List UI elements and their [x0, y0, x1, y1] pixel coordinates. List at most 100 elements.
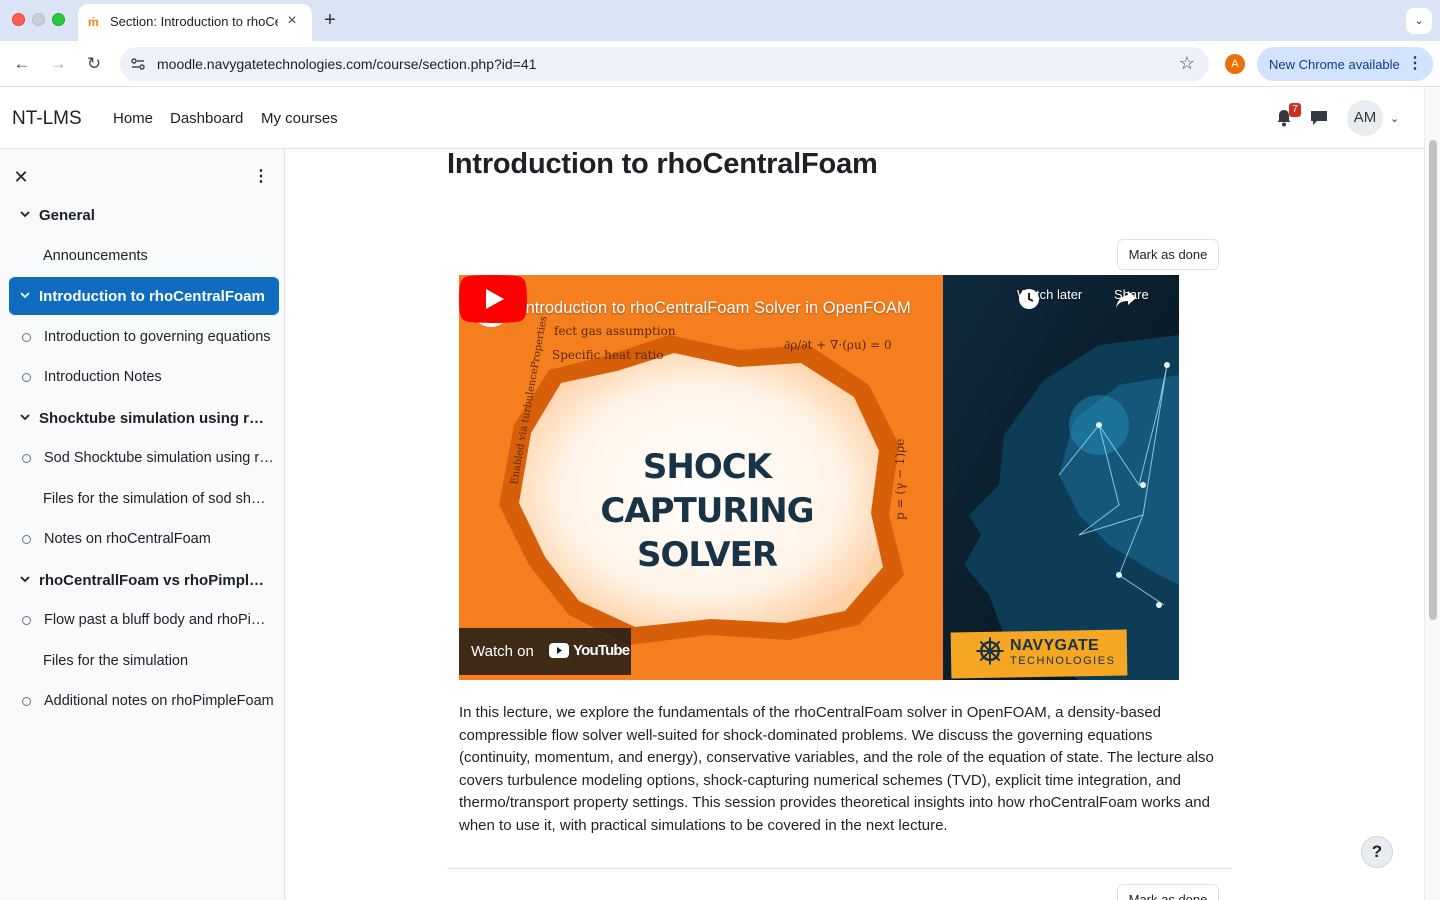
url-text: moodle.navygatetechnologies.com/course/s…: [157, 56, 537, 72]
course-index-activity[interactable]: Additional notes on rhoPimpleFoam: [9, 682, 279, 720]
thumbnail-brand-sub: TECHNOLOGIES: [1010, 655, 1116, 667]
help-button[interactable]: ?: [1361, 836, 1393, 868]
course-index-options-icon[interactable]: ⋮: [252, 167, 270, 187]
completion-circle-icon: [22, 454, 31, 463]
mark-as-done-button[interactable]: Mark as done: [1117, 239, 1219, 270]
completion-circle-icon: [22, 616, 31, 625]
tab-title: Section: Introduction to rhoCentralFoam: [110, 14, 278, 29]
completion-circle-icon: [22, 535, 31, 544]
mark-as-done-button-next[interactable]: Mark as done: [1117, 884, 1219, 900]
course-index-section[interactable]: rhoCentrallFoam vs rhoPimpleFoam: [9, 561, 279, 599]
share-button[interactable]: Share: [1114, 287, 1149, 308]
formula-text-3: ∂ρ/∂t + ∇·(ρu) = 0: [784, 338, 892, 352]
course-index-label: General: [39, 207, 95, 224]
share-arrow-icon: [1116, 291, 1136, 308]
course-index-activity[interactable]: Notes on rhoCentralFoam: [9, 520, 279, 558]
course-index-activity[interactable]: Introduction to governing equations: [9, 318, 279, 356]
chevron-down-icon[interactable]: [19, 289, 31, 301]
window-zoom-button[interactable]: [52, 13, 65, 26]
course-index-section[interactable]: Introduction to rhoCentralFoam: [9, 277, 279, 315]
bookmark-star-icon[interactable]: ☆: [1179, 53, 1195, 74]
formula-text-4: p = (γ − 1)ρe: [893, 439, 907, 520]
page-scrollbar[interactable]: [1424, 88, 1440, 900]
moodle-favicon-icon: ṁ: [88, 15, 99, 29]
chrome-profile-avatar[interactable]: A: [1225, 54, 1245, 74]
window-close-button[interactable]: [12, 13, 25, 26]
course-index-section[interactable]: General: [9, 196, 279, 234]
watch-on-youtube-button[interactable]: Watch on YouTube: [459, 628, 631, 675]
reload-icon[interactable]: ↻: [81, 51, 107, 77]
course-index-label: rhoCentrallFoam vs rhoPimpleFoam: [39, 571, 269, 589]
play-button-icon[interactable]: [459, 275, 527, 323]
browser-tab-active[interactable]: ṁ Section: Introduction to rhoCentralFoa…: [78, 4, 312, 41]
chevron-down-icon[interactable]: [19, 411, 31, 423]
chrome-menu-icon[interactable]: ⋮: [1407, 53, 1423, 73]
course-index-label: Shocktube simulation using rhoCentralFoa…: [39, 409, 269, 427]
youtube-logo-icon: [549, 643, 569, 658]
thumbnail-line-2: CAPTURING: [600, 491, 814, 531]
nav-link-my-courses[interactable]: My courses: [261, 110, 338, 127]
course-index-activity[interactable]: Introduction Notes: [9, 358, 279, 396]
course-index-label: Introduction to rhoCentralFoam: [39, 288, 265, 305]
browser-tabstrip: ṁ Section: Introduction to rhoCentralFoa…: [0, 0, 1440, 41]
nav-link-home[interactable]: Home: [113, 110, 153, 127]
browser-toolbar: ← → ↻ moodle.navygatetechnologies.com/co…: [0, 41, 1440, 87]
close-drawer-icon[interactable]: ✕: [12, 167, 30, 187]
course-index-label: Additional notes on rhoPimpleFoam: [44, 693, 274, 709]
user-menu-chevron-icon[interactable]: ⌄: [1390, 112, 1399, 125]
nav-link-dashboard[interactable]: Dashboard: [170, 110, 243, 127]
formula-text-1: fect gas assumption: [554, 324, 676, 338]
completion-circle-icon: [22, 697, 31, 706]
site-brand[interactable]: NT-LMS: [12, 108, 82, 130]
scrollbar-thumb[interactable]: [1429, 140, 1437, 620]
course-index-section[interactable]: Shocktube simulation using rhoCentralFoa…: [9, 399, 279, 437]
video-title[interactable]: Introduction to rhoCentralFoam Solver in…: [521, 299, 911, 318]
site-navbar: NT-LMS Home Dashboard My courses 7 AM ⌄: [0, 88, 1424, 149]
section-summary: In this lecture, we explore the fundamen…: [459, 704, 1214, 834]
forward-arrow-icon[interactable]: →: [45, 51, 71, 77]
course-index-activity[interactable]: Files for the simulation: [9, 642, 279, 680]
course-index-activity[interactable]: Announcements: [9, 237, 279, 275]
chrome-update-label: New Chrome available: [1269, 57, 1400, 72]
navygate-logo-icon: [976, 637, 1004, 665]
course-index-activity[interactable]: Flow past a bluff body and rhoPimpleFoam: [9, 601, 279, 639]
chevron-down-icon[interactable]: [19, 573, 31, 585]
page-title: Introduction to rhoCentralFoam: [447, 148, 878, 180]
course-index-label: Announcements: [43, 247, 148, 264]
clock-icon: [1019, 289, 1039, 309]
tab-close-icon[interactable]: ×: [282, 11, 302, 31]
messages-icon[interactable]: [1309, 108, 1329, 128]
notification-count-badge: 7: [1289, 103, 1301, 117]
course-index-label: Introduction to governing equations: [44, 328, 271, 345]
thumbnail-headline: SHOCK CAPTURING SOLVER: [587, 445, 827, 577]
thumbnail-brand-name: NAVYGATE: [1010, 637, 1099, 654]
back-arrow-icon[interactable]: ←: [9, 51, 35, 77]
completion-circle-icon: [22, 373, 31, 382]
new-tab-icon[interactable]: +: [318, 8, 342, 32]
user-avatar[interactable]: AM: [1347, 100, 1383, 136]
course-index-label: Flow past a bluff body and rhoPimpleFoam: [44, 612, 274, 628]
watch-on-label: Watch on: [471, 643, 534, 660]
site-settings-icon[interactable]: [130, 56, 146, 72]
course-index-label: Files for the simulation of sod shocktub…: [43, 490, 273, 507]
youtube-embed[interactable]: fect gas assumption Specific heat ratio …: [459, 275, 1179, 680]
course-index-label: Introduction Notes: [44, 369, 162, 385]
course-index-activity[interactable]: Files for the simulation of sod shocktub…: [9, 480, 279, 518]
course-index-label: Files for the simulation: [43, 652, 189, 669]
course-index-label: Sod Shocktube simulation using rhoCentra…: [44, 450, 274, 466]
thumbnail-line-1: SHOCK: [642, 447, 772, 487]
course-index-drawer: ✕ ⋮ General Announcements Introduction to …: [0, 149, 285, 900]
tab-search-icon[interactable]: ⌄: [1406, 8, 1432, 34]
activity-divider: [447, 868, 1232, 869]
chevron-down-icon[interactable]: [19, 208, 31, 220]
course-index-activity[interactable]: Sod Shocktube simulation using rhoCentra…: [9, 439, 279, 477]
formula-text-2: Specific heat ratio: [552, 348, 664, 362]
watch-later-button[interactable]: Watch later: [1017, 287, 1082, 309]
thumbnail-line-3: SOLVER: [636, 535, 778, 575]
window-minimize-button[interactable]: [32, 13, 45, 26]
completion-circle-icon: [22, 332, 31, 342]
youtube-wordmark: YouTube: [573, 642, 630, 659]
address-bar[interactable]: moodle.navygatetechnologies.com/course/s…: [120, 47, 1209, 81]
course-index-label: Notes on rhoCentralFoam: [44, 531, 211, 547]
chrome-update-button[interactable]: New Chrome available ⋮: [1257, 47, 1433, 81]
